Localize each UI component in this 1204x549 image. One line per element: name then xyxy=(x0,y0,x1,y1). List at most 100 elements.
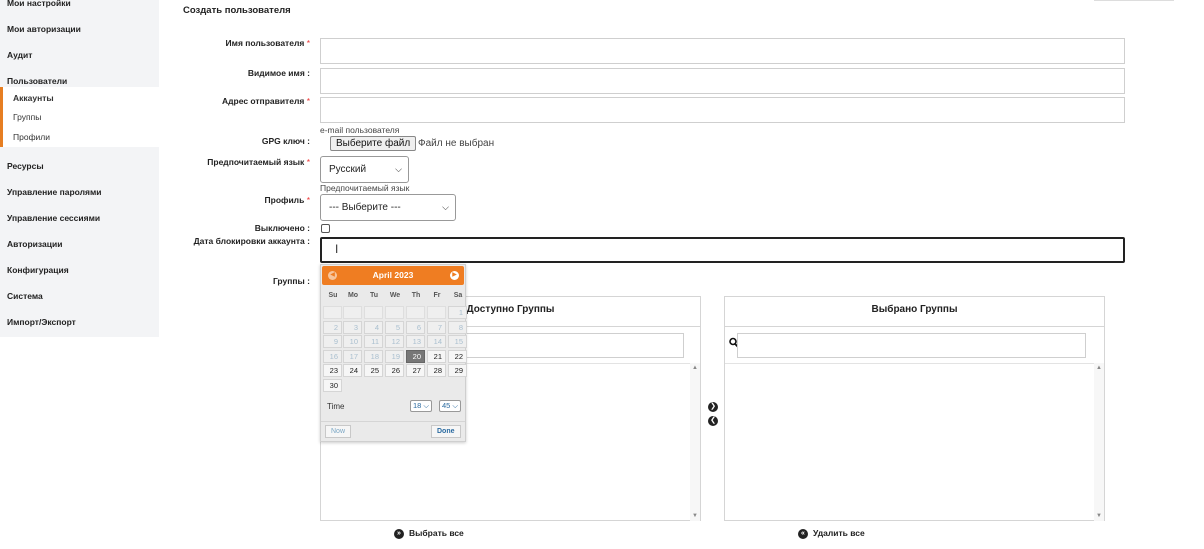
sidebar: Мои настройки Мои авторизации Аудит Поль… xyxy=(0,0,159,337)
done-button[interactable]: Done xyxy=(431,425,461,438)
day-cell-empty xyxy=(323,306,342,319)
day-cell: 18 xyxy=(364,349,383,363)
language-label: Предпочитаемый язык * xyxy=(207,157,310,167)
sidebar-item-import-export[interactable]: Импорт/Экспорт xyxy=(7,317,76,327)
day-cell[interactable]: 29 xyxy=(448,364,467,377)
day-cell-empty xyxy=(406,306,425,319)
page-title: Создать пользователя xyxy=(183,5,291,16)
sender-label: Адрес отправителя * xyxy=(221,96,310,106)
selected-groups-title: Выбрано Группы xyxy=(725,297,1104,327)
disabled-checkbox[interactable] xyxy=(321,224,330,233)
profile-select-value: --- Выберите --- xyxy=(329,202,401,213)
day-cell: 11 xyxy=(364,335,383,348)
language-hint: Предпочитаемый язык xyxy=(320,183,410,193)
day-cell: 10 xyxy=(343,335,362,348)
double-chevron-right-icon: » xyxy=(394,528,404,539)
sidebar-item-my-authorizations[interactable]: Мои авторизации xyxy=(7,24,81,34)
sidebar-item-password-management[interactable]: Управление паролями xyxy=(7,187,102,197)
scroll-down-icon[interactable]: ▼ xyxy=(1096,513,1102,519)
weekday-header: Su xyxy=(328,292,338,299)
remove-all-button[interactable]: «Удалить все xyxy=(798,528,865,539)
selected-groups-panel: Выбрано Группы ▲ ▼ xyxy=(724,296,1105,521)
day-cell: 15 xyxy=(448,335,467,348)
day-cell: 2 xyxy=(323,320,342,334)
username-input[interactable] xyxy=(320,38,1125,64)
day-cell: 4 xyxy=(364,320,383,334)
day-cell[interactable]: 23 xyxy=(323,364,342,377)
sidebar-subitem-groups[interactable]: Группы xyxy=(13,112,41,122)
sidebar-item-authorizations[interactable]: Авторизации xyxy=(7,239,62,249)
day-cell[interactable]: 21 xyxy=(427,349,446,363)
sidebar-item-audit[interactable]: Аудит xyxy=(7,50,32,60)
sender-hint: e-mail пользователя xyxy=(320,125,400,135)
selected-groups-search[interactable] xyxy=(737,333,1086,358)
day-cell[interactable]: 24 xyxy=(343,364,362,377)
choose-file-button[interactable]: Выберите файл xyxy=(330,136,417,151)
double-chevron-left-icon: « xyxy=(798,528,808,539)
select-all-button[interactable]: » Выбрать все xyxy=(394,528,464,539)
groups-label: Группы : xyxy=(272,276,310,286)
day-cell[interactable]: 28 xyxy=(427,364,446,377)
sidebar-item-system[interactable]: Система xyxy=(7,291,43,301)
day-cell-empty xyxy=(364,306,383,319)
datepicker-month-title: April 2023 xyxy=(372,270,414,280)
datepicker-popup: ◀ April 2023 ▶ Su Mo Tu We Th Fr Sa 1 2 3 4 5 6 7 8 9 10… xyxy=(320,264,467,442)
lock-date-label: Дата блокировки аккаунта : xyxy=(193,236,310,246)
day-cell: 5 xyxy=(385,320,404,334)
top-divider xyxy=(1094,0,1174,1)
profile-select[interactable]: --- Выберите --- ⌵ xyxy=(320,194,456,221)
day-cell: 8 xyxy=(448,320,467,334)
day-cell: 1 xyxy=(448,306,467,319)
weekday-header: Mo xyxy=(347,292,359,299)
day-cell[interactable]: 26 xyxy=(385,364,404,377)
day-cell: 6 xyxy=(406,320,425,334)
next-month-icon[interactable]: ▶ xyxy=(450,271,459,280)
hour-select[interactable]: 18 ⌵ xyxy=(410,400,433,412)
sidebar-item-users[interactable]: Пользователи xyxy=(7,76,67,86)
sidebar-item-session-management[interactable]: Управление сессиями xyxy=(7,213,100,223)
lock-date-input[interactable] xyxy=(320,237,1125,263)
day-cell: 17 xyxy=(343,349,362,363)
day-cell: 13 xyxy=(406,335,425,348)
sidebar-subitem-accounts[interactable]: Аккаунты xyxy=(13,93,54,103)
weekday-header: We xyxy=(389,292,401,299)
selected-groups-scrollbar[interactable]: ▲ ▼ xyxy=(1094,363,1104,521)
display-name-label: Видимое имя : xyxy=(247,68,310,78)
day-cell-empty xyxy=(427,306,446,319)
sidebar-subitem-profiles[interactable]: Профили xyxy=(13,132,50,142)
day-cell[interactable]: 20 xyxy=(406,349,425,363)
day-cell: 14 xyxy=(427,335,446,348)
display-name-input[interactable] xyxy=(320,68,1125,94)
file-status: Файл не выбран xyxy=(418,138,495,149)
weekday-header: Sa xyxy=(453,292,463,299)
weekday-header: Tu xyxy=(369,292,379,299)
day-cell-empty xyxy=(343,306,362,319)
sidebar-item-resources[interactable]: Ресурсы xyxy=(7,161,44,171)
sidebar-item-configuration[interactable]: Конфигурация xyxy=(7,265,69,275)
day-cell: 16 xyxy=(323,349,342,363)
day-cell[interactable]: 30 xyxy=(323,378,342,392)
datepicker-footer-divider xyxy=(321,421,465,422)
move-left-button[interactable]: ❮ xyxy=(708,416,718,426)
selected-groups-list[interactable] xyxy=(725,363,1104,521)
sidebar-item-my-settings[interactable]: Мои настройки xyxy=(7,0,71,8)
day-cell[interactable]: 25 xyxy=(364,364,383,377)
day-cell: 3 xyxy=(343,320,362,334)
scroll-up-icon[interactable]: ▲ xyxy=(1096,365,1102,371)
move-right-button[interactable]: ❯ xyxy=(708,402,718,412)
language-select[interactable]: Русский ⌵ xyxy=(320,156,409,183)
day-cell: 9 xyxy=(323,335,342,348)
scroll-down-icon[interactable]: ▼ xyxy=(692,513,698,519)
scroll-up-icon[interactable]: ▲ xyxy=(692,365,698,371)
weekday-header: Fr xyxy=(433,292,441,299)
minute-select[interactable]: 45 ⌵ xyxy=(439,400,462,412)
day-cell[interactable]: 22 xyxy=(448,349,467,363)
sender-email-input[interactable] xyxy=(320,97,1125,123)
weekday-header: Th xyxy=(411,292,421,299)
day-cell: 19 xyxy=(385,349,404,363)
available-groups-scrollbar[interactable]: ▲ ▼ xyxy=(690,363,700,521)
day-cell[interactable]: 27 xyxy=(406,364,425,377)
username-label: Имя пользователя * xyxy=(225,38,310,48)
day-cell: 7 xyxy=(427,320,446,334)
now-button[interactable]: Now xyxy=(325,425,352,438)
